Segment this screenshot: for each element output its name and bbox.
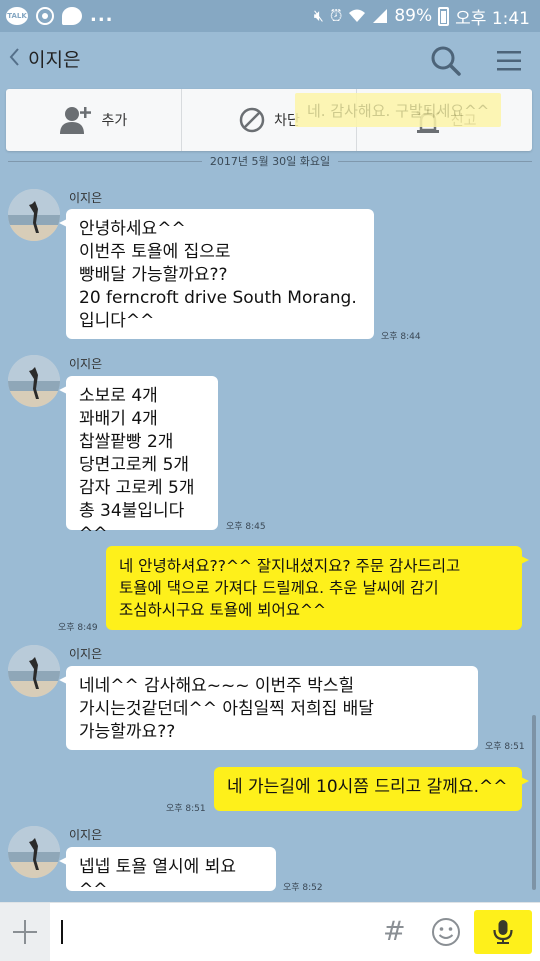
- search-icon: [431, 46, 461, 76]
- text-cursor: [61, 920, 63, 944]
- add-friend-icon: [60, 107, 92, 134]
- profile-photo: [8, 645, 60, 697]
- smiley-icon: [432, 918, 460, 946]
- sender-name: 이지은: [69, 828, 103, 842]
- add-friend-label: 추가: [101, 113, 128, 129]
- divider-line-right: [338, 160, 533, 162]
- voice-input-button[interactable]: [474, 910, 532, 954]
- alarm-icon: ⏰︎: [329, 6, 343, 25]
- message-time: 오후 8:44: [381, 332, 421, 342]
- system-indicators: 🔇︎ ⏰︎ 89% 오후 1:41: [313, 5, 530, 29]
- message-time: 오후 8:51: [485, 742, 525, 752]
- microphone-icon: [493, 920, 513, 944]
- outgoing-message-bubble[interactable]: 네 가는길에 10시쯤 드리고 갈께요.^^: [214, 767, 529, 811]
- message-notification-icon: [62, 7, 82, 25]
- sync-notification-icon: [36, 7, 54, 25]
- message-time: 오후 8:45: [226, 522, 266, 532]
- message-input[interactable]: [66, 913, 370, 953]
- sender-name: 이지은: [69, 647, 103, 661]
- more-notifications-indicator: ...: [90, 5, 114, 26]
- hamburger-menu-icon: [497, 51, 521, 71]
- chat-scrollbar[interactable]: [532, 715, 536, 890]
- signal-icon: [373, 9, 388, 23]
- profile-photo: [8, 355, 60, 407]
- incoming-message-bubble[interactable]: 네네^^ 감사해요~~~ 이번주 박스힐 가시는것같던데^^ 아침일찍 저희집 …: [59, 666, 478, 750]
- wifi-icon: [349, 9, 366, 22]
- back-button[interactable]: [8, 46, 20, 74]
- search-button[interactable]: [428, 43, 464, 79]
- avatar[interactable]: [8, 826, 60, 878]
- incoming-message-bubble[interactable]: 소보로 4개 꽈배기 4개 찹쌀팥빵 2개 당면고로케 5개 감자 고로케 5개…: [59, 376, 218, 544]
- clock: 오후 1:41: [455, 8, 530, 29]
- incoming-message-bubble[interactable]: 안녕하세요^^ 이번주 토욜에 집으로 빵배달 가능할까요?? 20 fernc…: [59, 209, 374, 339]
- outgoing-message-bubble[interactable]: 네 안녕하셔요??^^ 잘지내셨지요? 주문 감사드리고 토욜에 댁으로 가져다…: [106, 546, 529, 630]
- message-input-bar: #: [0, 902, 540, 961]
- divider-line-left: [8, 160, 202, 162]
- chat-header: 이지은: [0, 32, 540, 90]
- kakaotalk-notification-icon: TALK: [6, 7, 28, 25]
- menu-button[interactable]: [494, 46, 524, 76]
- date-divider: 2017년 5월 30일 화요일: [8, 150, 533, 172]
- status-bar: TALK ... 🔇︎ ⏰︎ 89% 오후 1:41: [0, 0, 540, 32]
- hash-search-button[interactable]: #: [383, 916, 406, 948]
- message-time: 오후 8:52: [283, 883, 323, 893]
- notification-icons: TALK ...: [6, 5, 114, 27]
- avatar[interactable]: [8, 355, 60, 407]
- battery-icon: [438, 6, 450, 26]
- battery-percent: 89%: [394, 6, 433, 26]
- message-preview-overlay: 네. 감사해요. 구발되세요^^: [295, 93, 502, 127]
- chat-title: 이지은: [28, 49, 81, 71]
- attach-button[interactable]: [0, 903, 50, 961]
- mute-icon: 🔇︎: [313, 6, 324, 25]
- chevron-left-icon: [9, 48, 19, 66]
- block-icon: [239, 107, 265, 133]
- plus-icon: [13, 920, 37, 944]
- incoming-message-bubble[interactable]: 넵넵 토욜 열시에 뵈요^^: [59, 847, 276, 900]
- emoticon-button[interactable]: [430, 916, 462, 948]
- date-label: 2017년 5월 30일 화요일: [209, 155, 331, 168]
- message-time: 오후 8:51: [166, 804, 206, 814]
- profile-photo: [8, 189, 60, 241]
- avatar[interactable]: [8, 645, 60, 697]
- add-friend-button[interactable]: 추가: [6, 89, 181, 151]
- profile-photo: [8, 826, 60, 878]
- sender-name: 이지은: [69, 191, 103, 205]
- sender-name: 이지은: [69, 357, 103, 371]
- avatar[interactable]: [8, 189, 60, 241]
- message-time: 오후 8:49: [58, 623, 98, 633]
